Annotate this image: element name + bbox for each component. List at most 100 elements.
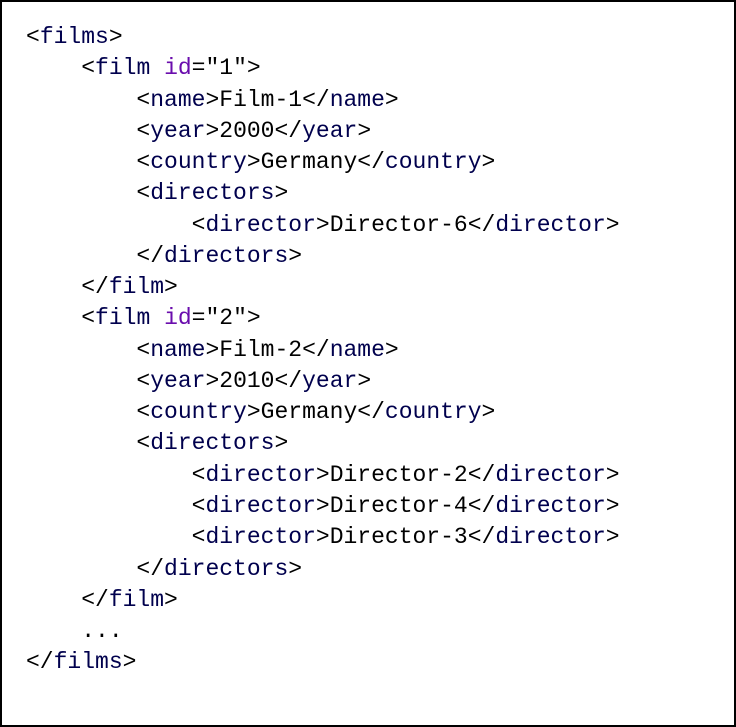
xml-punct: > <box>164 274 178 300</box>
code-line: <directors> <box>26 180 288 206</box>
code-line: <country>Germany</country> <box>26 399 495 425</box>
code-line: <director>Director-6</director> <box>26 212 620 238</box>
code-line: <year>2010</year> <box>26 368 371 394</box>
xml-punct: > <box>205 118 219 144</box>
xml-tag-name: year <box>150 118 205 144</box>
xml-text: 2010 <box>219 368 274 394</box>
xml-punct: </ <box>136 556 164 582</box>
xml-punct: > <box>482 399 496 425</box>
xml-punct: > <box>606 462 620 488</box>
xml-tag-name: directors <box>164 243 288 269</box>
xml-punct: = <box>192 305 206 331</box>
code-line: </directors> <box>26 556 302 582</box>
xml-text: Film-1 <box>219 87 302 113</box>
xml-tag-name: director <box>205 462 315 488</box>
xml-text: ... <box>81 618 122 644</box>
xml-punct: < <box>136 399 150 425</box>
xml-punct: > <box>606 524 620 550</box>
xml-tag-name: film <box>109 274 164 300</box>
code-line: <country>Germany</country> <box>26 149 495 175</box>
code-line: </films> <box>26 649 136 675</box>
xml-punct: > <box>316 212 330 238</box>
xml-punct: > <box>109 24 123 50</box>
xml-tag-name: film <box>109 587 164 613</box>
xml-punct: </ <box>274 118 302 144</box>
xml-text: Director-6 <box>330 212 468 238</box>
xml-punct: < <box>26 24 40 50</box>
xml-punct: < <box>192 493 206 519</box>
xml-punct: < <box>192 212 206 238</box>
xml-text: Director-3 <box>330 524 468 550</box>
xml-punct: </ <box>136 243 164 269</box>
xml-tag-name: country <box>150 399 247 425</box>
xml-punct: < <box>136 118 150 144</box>
xml-code-listing: <films> <film id="1"> <name>Film-1</name… <box>0 0 736 727</box>
xml-punct: > <box>205 87 219 113</box>
xml-punct: < <box>136 337 150 363</box>
xml-punct: < <box>136 368 150 394</box>
xml-punct: </ <box>302 87 330 113</box>
xml-punct: > <box>385 87 399 113</box>
xml-punct: < <box>81 55 95 81</box>
xml-punct: > <box>205 337 219 363</box>
xml-punct: < <box>136 430 150 456</box>
xml-text: Germany <box>261 149 358 175</box>
xml-tag-name: film <box>95 55 150 81</box>
xml-tag-name: director <box>495 524 605 550</box>
xml-punct: > <box>247 305 261 331</box>
xml-tag-name: director <box>205 212 315 238</box>
xml-punct: > <box>247 149 261 175</box>
xml-tag-name: directors <box>164 556 288 582</box>
code-line: <director>Director-3</director> <box>26 524 620 550</box>
xml-tag-name: country <box>385 399 482 425</box>
xml-punct: " <box>205 55 219 81</box>
xml-punct: > <box>123 649 137 675</box>
code-line: </directors> <box>26 243 302 269</box>
xml-punct: </ <box>26 649 54 675</box>
code-line: <film id="2"> <box>26 305 261 331</box>
xml-tag-name: year <box>302 118 357 144</box>
xml-tag-name: director <box>495 212 605 238</box>
xml-punct: > <box>606 493 620 519</box>
xml-punct: > <box>274 180 288 206</box>
xml-punct: > <box>247 399 261 425</box>
xml-punct: </ <box>357 149 385 175</box>
xml-punct: > <box>164 587 178 613</box>
xml-punct: > <box>357 118 371 144</box>
xml-punct: > <box>316 524 330 550</box>
code-line: </film> <box>26 274 178 300</box>
xml-punct: > <box>316 462 330 488</box>
xml-punct: </ <box>302 337 330 363</box>
xml-punct: </ <box>274 368 302 394</box>
xml-punct: < <box>81 305 95 331</box>
xml-punct: </ <box>357 399 385 425</box>
xml-punct: < <box>136 87 150 113</box>
xml-text: Germany <box>261 399 358 425</box>
xml-punct: > <box>385 337 399 363</box>
xml-tag-name: films <box>40 24 109 50</box>
xml-tag-name: directors <box>150 180 274 206</box>
xml-tag-name: name <box>330 87 385 113</box>
xml-tag-name: director <box>205 493 315 519</box>
xml-tag-name: name <box>330 337 385 363</box>
xml-punct: </ <box>468 462 496 488</box>
xml-text: 2 <box>219 305 233 331</box>
code-line: <director>Director-2</director> <box>26 462 620 488</box>
xml-punct: </ <box>468 493 496 519</box>
xml-punct: </ <box>81 587 109 613</box>
code-line: </film> <box>26 587 178 613</box>
xml-tag-name: directors <box>150 430 274 456</box>
xml-punct: " <box>205 305 219 331</box>
code-line: <name>Film-2</name> <box>26 337 399 363</box>
xml-punct: > <box>606 212 620 238</box>
xml-punct: > <box>357 368 371 394</box>
xml-text: 1 <box>219 55 233 81</box>
code-line: <film id="1"> <box>26 55 261 81</box>
xml-tag-name: country <box>385 149 482 175</box>
xml-tag-name: film <box>95 305 150 331</box>
xml-text: Film-2 <box>219 337 302 363</box>
xml-attr-name: id <box>164 55 192 81</box>
xml-tag-name: director <box>495 462 605 488</box>
xml-punct: > <box>274 430 288 456</box>
xml-punct: < <box>192 462 206 488</box>
